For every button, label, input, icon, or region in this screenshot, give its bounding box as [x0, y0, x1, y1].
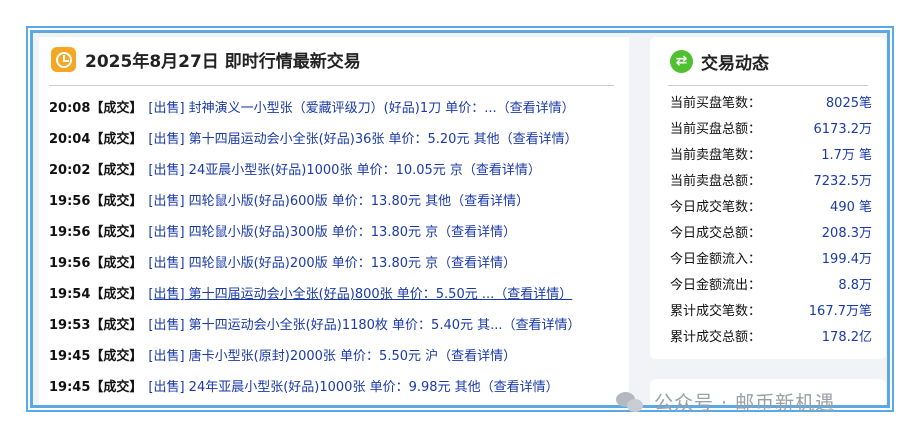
stat-label: 今日成交总额：: [670, 226, 762, 241]
stat-row: 当前卖盘总额： 7232.5万: [670, 169, 872, 195]
stat-row: 今日成交总额： 208.3万: [670, 221, 872, 247]
trade-row: 20:04【成交】 [出售] 第十四届运动会小全张(好品)36张 单价：5.20元…: [49, 124, 629, 155]
trade-status-tag: 【成交】: [90, 349, 143, 364]
trade-time: 20:08: [49, 101, 91, 116]
stat-label: 当前买盘笔数：: [670, 96, 762, 111]
stat-value: 7232.5万: [813, 174, 873, 189]
trade-status-tag: 【成交】: [90, 194, 143, 209]
stat-label: 今日金额流入：: [670, 252, 762, 267]
stat-row: 当前卖盘笔数： 1.7万 笔: [670, 143, 872, 169]
swap-icon: [670, 50, 693, 73]
stat-label: 当前买盘总额：: [670, 122, 762, 137]
trade-status-tag: 【成交】: [90, 101, 143, 116]
trade-stats-header: 交易动态: [670, 49, 769, 74]
trade-status-tag: 【成交】: [90, 318, 143, 333]
stats-divider: [668, 85, 868, 86]
market-widget: 2025年8月27日 即时行情最新交易 20:08【成交】 [出售] 封神演义一小…: [30, 30, 890, 408]
stat-row: 当前买盘总额： 6173.2万: [670, 117, 872, 143]
stat-label: 累计成交总额：: [670, 330, 762, 345]
stat-label: 今日成交笔数：: [670, 200, 762, 215]
stat-value: 199.4万: [821, 252, 872, 267]
watermark-text: 公众号 · 邮币新机遇: [654, 392, 836, 414]
trade-row: 19:53【成交】 [出售] 第十四运动会小全张(好品)1180枚 单价：5.40…: [49, 310, 629, 341]
trade-time: 19:56: [49, 225, 91, 240]
trade-detail-link[interactable]: [出售] 四轮鼠小版(好品)200版 单价：13.80元 京（查看详情）: [148, 256, 516, 271]
trade-list: 20:08【成交】 [出售] 封神演义一小型张（爱藏评级刀）(好品)1刀 单价：.…: [49, 93, 629, 403]
trade-detail-link[interactable]: [出售] 24亚晨小型张(好品)1000张 单价：10.05元 京（查看详情）: [148, 163, 541, 178]
trade-row: 20:02【成交】 [出售] 24亚晨小型张(好品)1000张 单价：10.05元…: [49, 155, 629, 186]
trade-stats-panel: 交易动态 当前买盘笔数： 8025笔当前买盘总额： 6173.2万当前卖盘笔数： 1.…: [650, 37, 886, 359]
stat-row: 今日成交笔数： 490 笔: [670, 195, 872, 221]
trade-row: 20:08【成交】 [出售] 封神演义一小型张（爱藏评级刀）(好品)1刀 单价：.…: [49, 93, 629, 124]
trade-status-tag: 【成交】: [90, 163, 143, 178]
stat-label: 当前卖盘总额：: [670, 174, 762, 189]
stat-row: 当前买盘笔数： 8025笔: [670, 91, 872, 117]
trade-time: 19:56: [49, 194, 91, 209]
trade-detail-link[interactable]: [出售] 第十四运动会小全张(好品)1180枚 单价：5.40元 其...（查看…: [148, 318, 580, 333]
trade-stats-title: 交易动态: [701, 54, 769, 74]
trade-detail-link[interactable]: [出售] 第十四届运动会小全张(好品)800张 单价：5.50元 ...（查看详…: [148, 287, 572, 302]
stat-row: 累计成交总额： 178.2亿: [670, 325, 872, 351]
trade-status-tag: 【成交】: [90, 225, 143, 240]
title-divider: [49, 85, 614, 86]
stat-row: 累计成交笔数： 167.7万笔: [670, 299, 872, 325]
latest-trades-title: 2025年8月27日 即时行情最新交易: [85, 51, 361, 72]
wechat-icon: [616, 390, 646, 414]
trade-time: 19:56: [49, 256, 91, 271]
stat-value: 8025笔: [825, 96, 872, 111]
stat-label: 今日金额流出：: [670, 278, 762, 293]
trade-status-tag: 【成交】: [90, 132, 143, 147]
stat-label: 当前卖盘笔数：: [670, 148, 762, 163]
trade-time: 20:04: [49, 132, 91, 147]
trade-row: 19:56【成交】 [出售] 四轮鼠小版(好品)200版 单价：13.80元 京（…: [49, 248, 629, 279]
watermark: 公众号 · 邮币新机遇: [616, 388, 835, 415]
trade-detail-link[interactable]: [出售] 封神演义一小型张（爱藏评级刀）(好品)1刀 单价：...（查看详情）: [148, 101, 574, 116]
trade-time: 19:54: [49, 287, 91, 302]
trade-row: 19:45【成交】 [出售] 24年亚晨小型张(好品)1000张 单价：9.98元…: [49, 372, 629, 403]
trade-row: 19:54【成交】 [出售] 第十四届运动会小全张(好品)800张 单价：5.50…: [49, 279, 629, 310]
trade-status-tag: 【成交】: [90, 287, 143, 302]
trade-detail-link[interactable]: [出售] 第十四届运动会小全张(好品)36张 单价：5.20元 其他（查看详情）: [148, 132, 577, 147]
trade-detail-link[interactable]: [出售] 四轮鼠小版(好品)600版 单价：13.80元 其他（查看详情）: [148, 194, 529, 209]
trade-detail-link[interactable]: [出售] 唐卡小型张(原封)2000张 单价：5.50元 沪（查看详情）: [148, 349, 516, 364]
stat-row: 今日金额流出： 8.8万: [670, 273, 872, 299]
stat-value: 167.7万笔: [808, 304, 872, 319]
trade-time: 19:45: [49, 349, 91, 364]
stats-list: 当前买盘笔数： 8025笔 当前买盘总额： 6173.2万 当前卖盘笔数： 1.7万 笔当…: [670, 91, 872, 351]
trade-time: 19:45: [49, 380, 91, 395]
trade-row: 19:45【成交】 [出售] 唐卡小型张(原封)2000张 单价：5.50元 沪（…: [49, 341, 629, 372]
trade-status-tag: 【成交】: [90, 256, 143, 271]
trade-time: 19:53: [49, 318, 91, 333]
trade-row: 19:56【成交】 [出售] 四轮鼠小版(好品)300版 单价：13.80元 京（…: [49, 217, 629, 248]
stat-row: 今日金额流入： 199.4万: [670, 247, 872, 273]
stat-value: 178.2亿: [821, 330, 872, 345]
trade-time: 20:02: [49, 163, 91, 178]
trade-detail-link[interactable]: [出售] 24年亚晨小型张(好品)1000张 单价：9.98元 其他（查看详情）: [148, 380, 558, 395]
trade-row: 19:56【成交】 [出售] 四轮鼠小版(好品)600版 单价：13.80元 其他…: [49, 186, 629, 217]
stat-value: 1.7万 笔: [821, 148, 872, 163]
stat-value: 490 笔: [830, 200, 872, 215]
stat-label: 累计成交笔数：: [670, 304, 762, 319]
latest-trades-panel: 2025年8月27日 即时行情最新交易 20:08【成交】 [出售] 封神演义一小…: [39, 37, 629, 405]
trade-status-tag: 【成交】: [90, 380, 143, 395]
latest-trades-header: 2025年8月27日 即时行情最新交易: [51, 46, 361, 72]
stat-value: 8.8万: [838, 278, 872, 293]
trade-detail-link[interactable]: [出售] 四轮鼠小版(好品)300版 单价：13.80元 京（查看详情）: [148, 225, 516, 240]
clock-icon: [51, 46, 76, 72]
stat-value: 208.3万: [821, 226, 872, 241]
stat-value: 6173.2万: [813, 122, 873, 137]
